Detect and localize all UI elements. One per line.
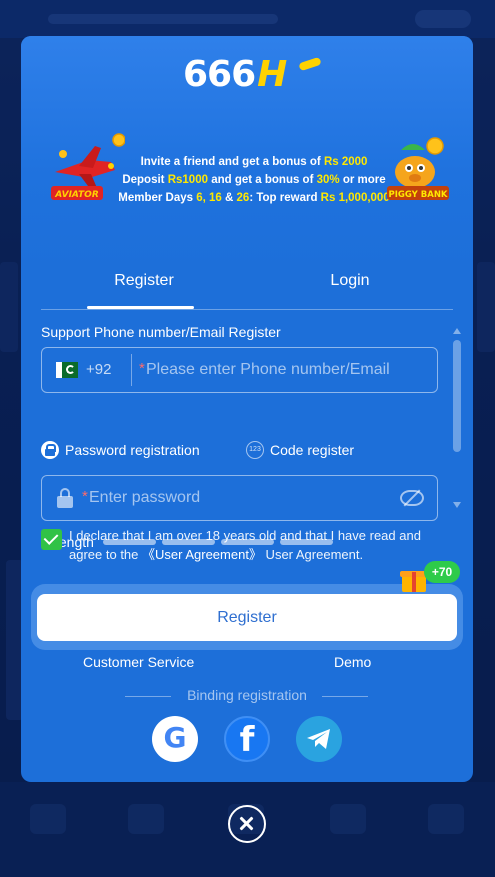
agreement-checkbox[interactable] bbox=[41, 529, 62, 550]
required-marker: * bbox=[139, 360, 145, 377]
scroll-down-arrow-icon[interactable] bbox=[453, 502, 461, 508]
facebook-icon: f bbox=[239, 720, 255, 760]
password-input[interactable] bbox=[89, 487, 389, 509]
code-icon: 123 bbox=[246, 441, 264, 459]
telegram-login-button[interactable] bbox=[296, 716, 342, 762]
agreement-text: I declare that I am over 18 years old an… bbox=[69, 528, 421, 562]
eye-off-icon[interactable] bbox=[400, 490, 424, 506]
piggy-badge-text: PIGGY BANK bbox=[388, 190, 447, 200]
facebook-login-button[interactable]: f bbox=[224, 716, 270, 762]
active-tab-indicator bbox=[87, 306, 194, 309]
pakistan-flag-icon[interactable] bbox=[56, 362, 78, 378]
demo-link[interactable]: Demo bbox=[334, 654, 371, 670]
binding-registration-label: Binding registration bbox=[187, 687, 307, 703]
logo-accent: H bbox=[257, 53, 288, 95]
logo-text: 666 bbox=[183, 53, 256, 95]
google-login-button[interactable]: G bbox=[152, 716, 198, 762]
brand-logo: 666 H bbox=[183, 53, 322, 95]
lock-icon bbox=[41, 441, 59, 459]
code-register-option[interactable]: 123 Code register bbox=[246, 441, 354, 459]
register-modal: 666 H AVIATOR Invite a friend and get a … bbox=[21, 36, 473, 782]
customer-service-link[interactable]: Customer Service bbox=[83, 654, 194, 670]
telegram-icon bbox=[307, 729, 330, 749]
tab-login[interactable]: Login bbox=[247, 272, 453, 290]
password-field: * bbox=[41, 475, 438, 521]
promo-line-2: Deposit Rs1000 and get a bonus of 30% or… bbox=[122, 174, 386, 186]
piggy-bank-promo: PIGGY BANK bbox=[385, 134, 453, 206]
form-section-label: Support Phone number/Email Register bbox=[41, 324, 281, 340]
close-modal-button[interactable] bbox=[228, 805, 266, 843]
promo-line-1: Invite a friend and get a bonus of Rs 20… bbox=[140, 156, 368, 168]
auth-tabs: Register Login bbox=[41, 268, 453, 310]
aviator-badge-text: AVIATOR bbox=[54, 190, 99, 200]
scroll-thumb[interactable] bbox=[453, 340, 461, 452]
divider-line bbox=[322, 696, 368, 697]
user-agreement-link[interactable]: 《User Agreement》 bbox=[142, 547, 262, 562]
promo-line-3: Member Days 6, 16 & 26: Top reward Rs 1,… bbox=[118, 192, 390, 204]
promo-text: Invite a friend and get a bonus of Rs 20… bbox=[109, 153, 399, 207]
field-divider bbox=[131, 354, 132, 386]
register-button[interactable]: Register bbox=[37, 594, 457, 641]
country-code[interactable]: +92 bbox=[86, 361, 111, 378]
tab-register[interactable]: Register bbox=[41, 272, 247, 290]
required-marker: * bbox=[82, 488, 88, 505]
scroll-up-arrow-icon[interactable] bbox=[453, 328, 461, 334]
google-icon: G bbox=[163, 721, 187, 754]
phone-email-field: +92 * bbox=[41, 347, 438, 393]
bonus-badge: +70 bbox=[424, 561, 460, 583]
phone-email-input[interactable] bbox=[146, 359, 426, 381]
form-scrollbar[interactable] bbox=[453, 328, 463, 508]
code-register-label: Code register bbox=[270, 442, 355, 458]
password-registration-option[interactable]: Password registration bbox=[41, 441, 200, 459]
piggy-bank-icon: PIGGY BANK bbox=[387, 137, 449, 200]
password-registration-label: Password registration bbox=[65, 442, 200, 458]
password-lock-icon bbox=[57, 488, 73, 508]
